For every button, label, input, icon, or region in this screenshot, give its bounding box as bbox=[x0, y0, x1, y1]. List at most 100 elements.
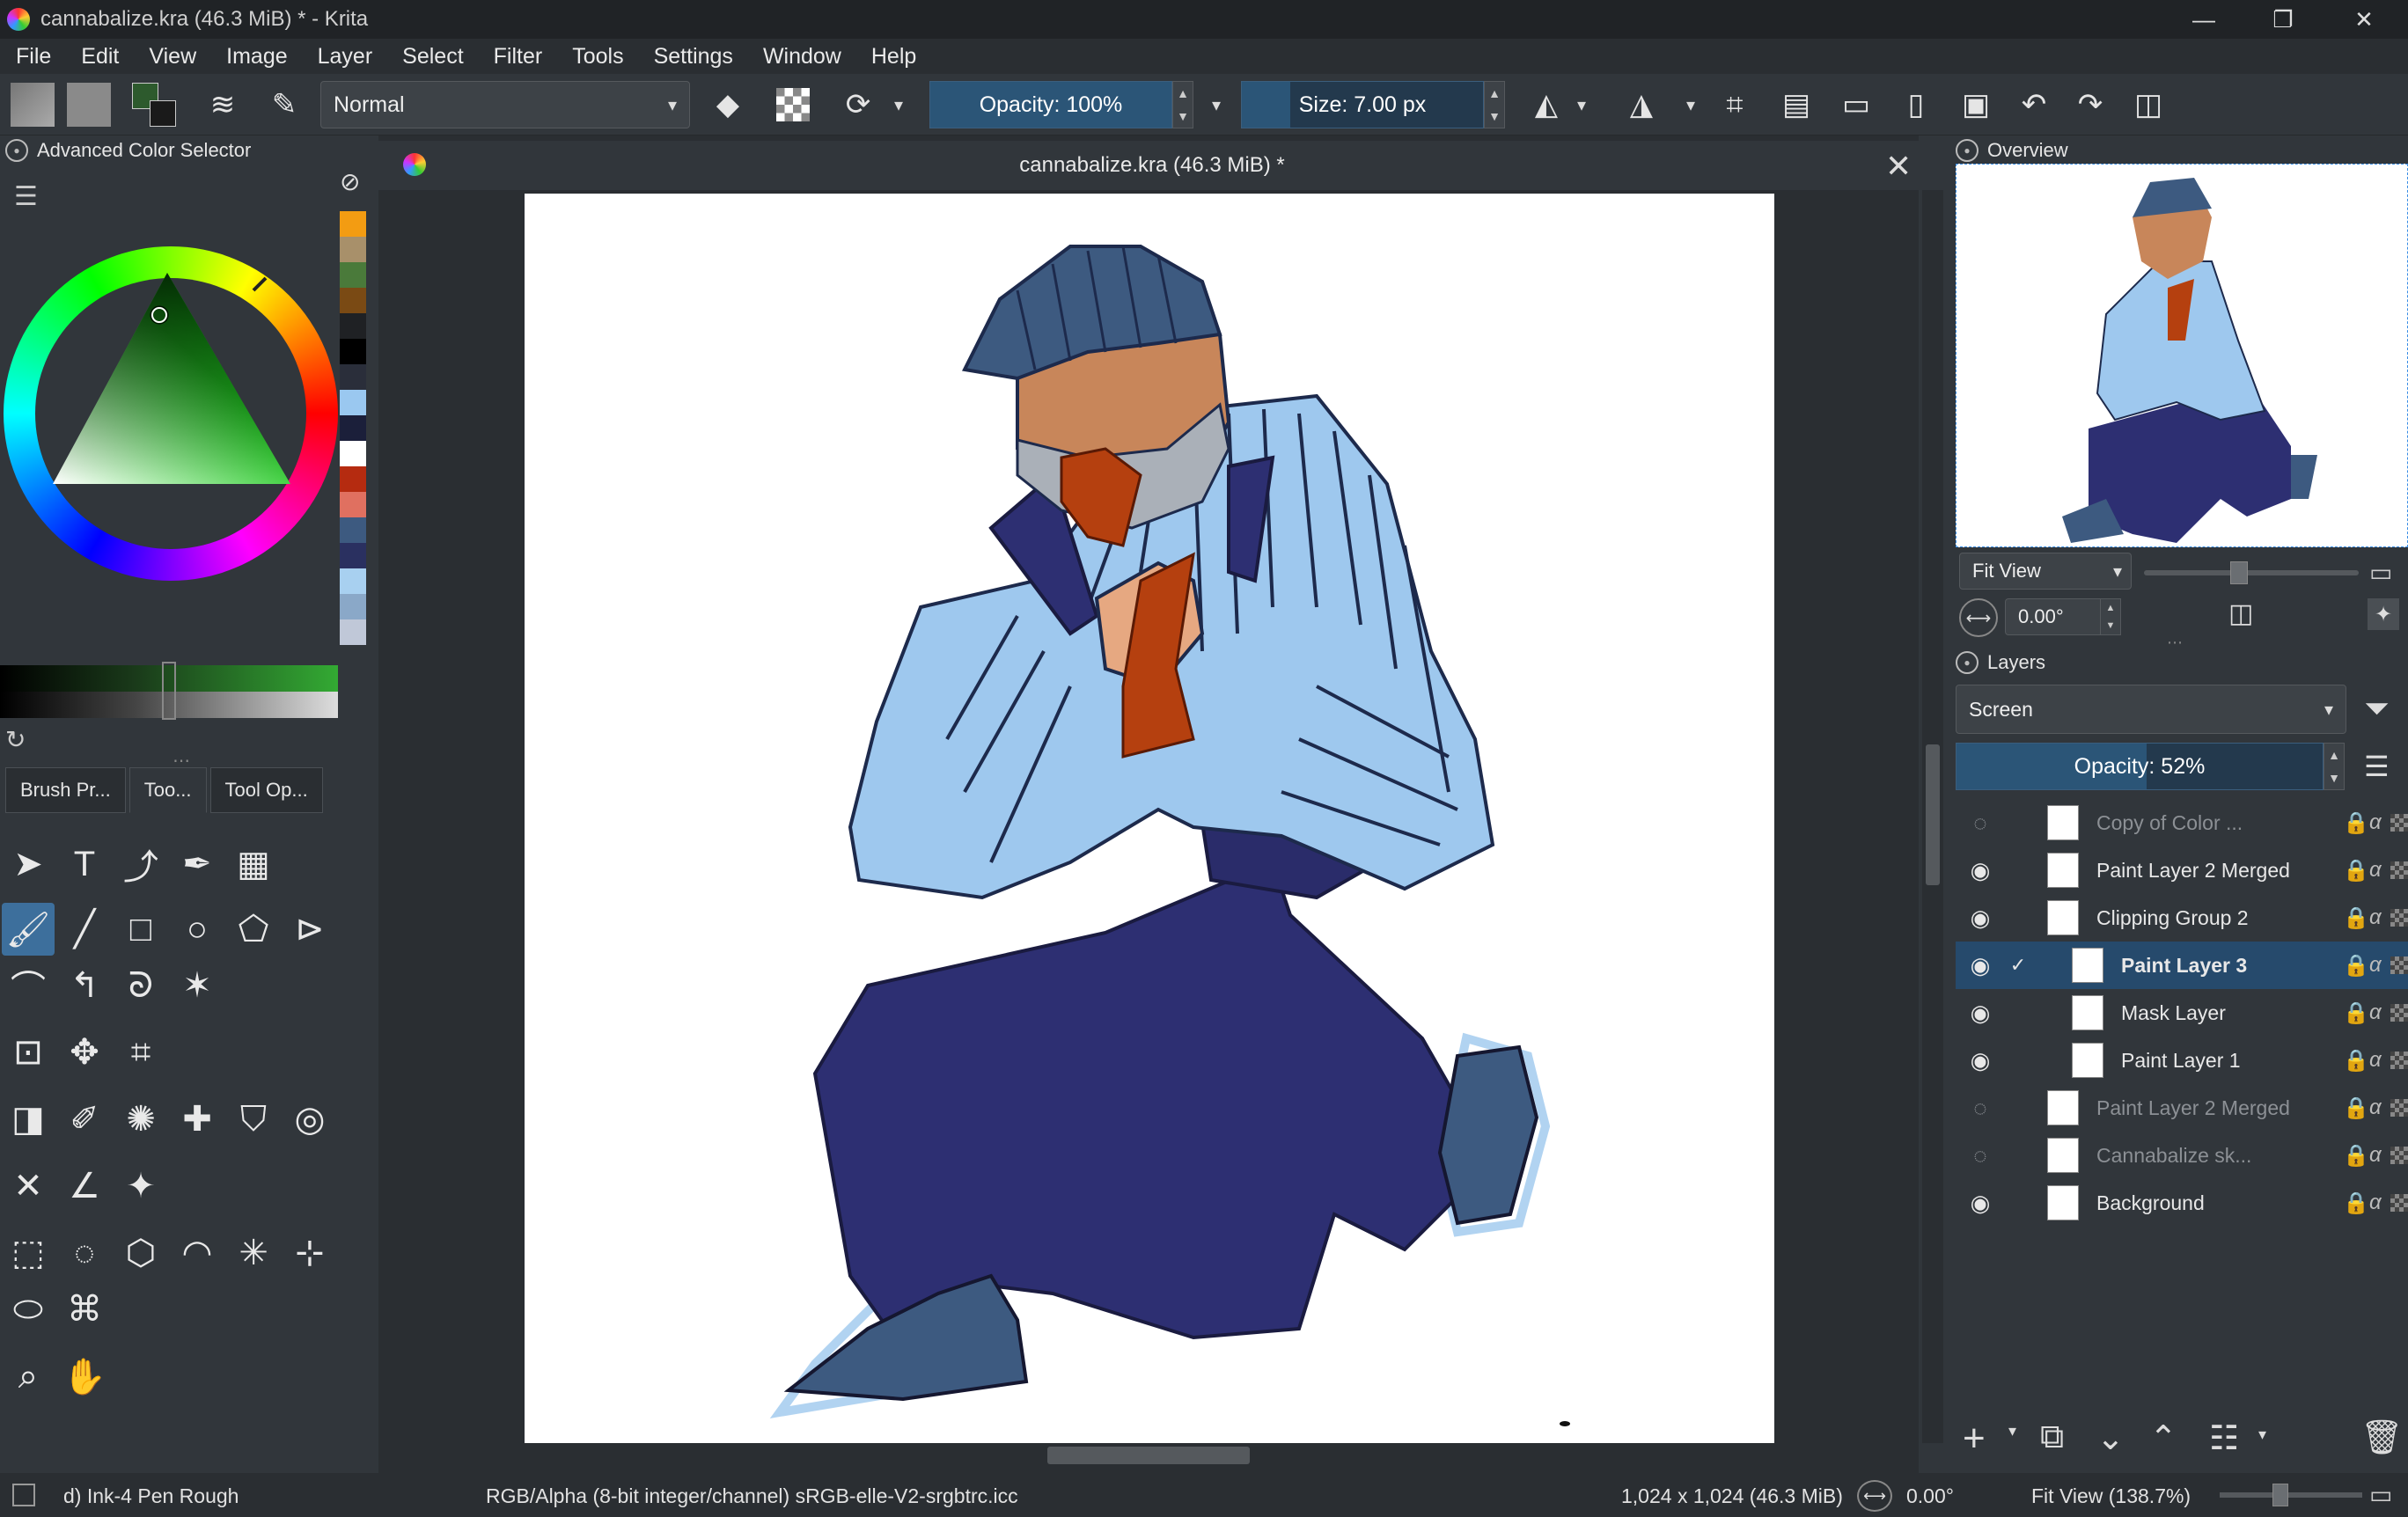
menu-filter[interactable]: Filter bbox=[478, 44, 557, 70]
fg-bg-color-icon[interactable] bbox=[130, 81, 178, 128]
layer-opacity-slider[interactable]: Opacity: 52% bbox=[1956, 743, 2324, 790]
inherit-alpha-icon[interactable] bbox=[2390, 1194, 2408, 1212]
canvas-paper[interactable] bbox=[525, 194, 1774, 1443]
alpha-lock-icon[interactable]: α bbox=[2369, 953, 2382, 978]
eye-icon[interactable]: ◉ bbox=[1966, 1047, 1994, 1074]
brush-preset-icon[interactable]: ✎ bbox=[261, 81, 308, 128]
smart-patch-tool-icon[interactable]: ✚ bbox=[171, 1093, 224, 1146]
rotation-dial-icon[interactable]: ⟷ bbox=[1959, 598, 1998, 637]
restore-button[interactable]: ❐ bbox=[2248, 0, 2318, 39]
polygonal-selection-tool-icon[interactable]: ⬡ bbox=[114, 1227, 167, 1279]
edit-shapes-tool-icon[interactable]: ⤴ bbox=[114, 838, 167, 890]
polygon-tool-icon[interactable]: ⬠ bbox=[227, 903, 280, 956]
alpha-lock-icon[interactable]: α bbox=[2369, 905, 2382, 930]
lock-icon[interactable]: 🔒 bbox=[2343, 905, 2369, 931]
chevron-down-icon[interactable]: ▾ bbox=[1199, 81, 1234, 128]
chevron-down-icon[interactable]: ▾ bbox=[2008, 1422, 2016, 1440]
inherit-alpha-icon[interactable] bbox=[2390, 814, 2408, 832]
layer-checkbox[interactable] bbox=[2007, 859, 2030, 882]
enclose-fill-tool-icon[interactable]: ◎ bbox=[283, 1093, 336, 1146]
zoom-slider-handle[interactable] bbox=[2230, 561, 2248, 584]
inherit-alpha-icon[interactable] bbox=[2390, 909, 2408, 927]
layer-row[interactable]: ◉ Paint Layer 2 Merged 🔒 α bbox=[1956, 846, 2408, 894]
save-icon[interactable]: ▣ bbox=[1952, 81, 2000, 128]
rectangle-tool-icon[interactable]: □ bbox=[114, 903, 167, 956]
eye-icon[interactable]: ◉ bbox=[1966, 857, 1994, 884]
elliptical-selection-tool-icon[interactable]: ◌ bbox=[58, 1227, 111, 1279]
reference-tool-icon[interactable]: ▦ bbox=[227, 838, 280, 890]
bezier-tool-icon[interactable]: ⌒ bbox=[2, 959, 55, 1012]
eye-hidden-icon[interactable]: ◌ bbox=[1966, 1142, 1994, 1169]
eye-icon[interactable]: ◉ bbox=[1966, 1190, 1994, 1217]
magnetic-selection-tool-icon[interactable]: ⌘ bbox=[58, 1283, 111, 1336]
tab-brush-presets[interactable]: Brush Pr... bbox=[5, 767, 126, 813]
lock-icon[interactable]: 🔒 bbox=[2343, 1000, 2369, 1026]
status-zoom-slider[interactable] bbox=[2220, 1492, 2362, 1498]
eye-hidden-icon[interactable]: ◌ bbox=[1966, 810, 1994, 837]
lock-icon[interactable]: 🔒 bbox=[2343, 810, 2369, 836]
layer-row[interactable]: ◌ Paint Layer 2 Merged 🔒 α bbox=[1956, 1084, 2408, 1132]
inherit-alpha-icon[interactable] bbox=[2390, 956, 2408, 974]
menu-select[interactable]: Select bbox=[386, 44, 477, 70]
layer-opacity-spin[interactable]: ▲ ▼ bbox=[2324, 743, 2345, 790]
fill-tool-icon[interactable]: ⛉ bbox=[227, 1093, 280, 1146]
color-swatch[interactable] bbox=[340, 441, 366, 466]
eye-icon[interactable]: ◉ bbox=[1966, 1000, 1994, 1027]
chevron-down-icon[interactable]: ▾ bbox=[1678, 81, 1704, 128]
rotation-field[interactable]: 0.00° bbox=[2005, 598, 2111, 635]
freehand-path-tool-icon[interactable]: ↰ bbox=[58, 959, 111, 1012]
ellipse-tool-icon[interactable]: ○ bbox=[171, 903, 224, 956]
alpha-lock-icon[interactable]: α bbox=[2369, 858, 2382, 883]
layer-checkbox[interactable] bbox=[2007, 1001, 2030, 1024]
lock-icon[interactable]: 🔒 bbox=[2343, 1191, 2369, 1216]
add-layer-icon[interactable]: + bbox=[1963, 1417, 1986, 1461]
layer-checkbox[interactable] bbox=[2007, 1096, 2030, 1119]
color-swatch[interactable] bbox=[340, 339, 366, 364]
document-tab[interactable]: cannabalize.kra (46.3 MiB) * ✕ bbox=[378, 141, 1926, 190]
color-swatch[interactable] bbox=[340, 492, 366, 517]
lock-icon[interactable]: 🔒 bbox=[2343, 1096, 2369, 1121]
layer-row[interactable]: ◉ Clipping Group 2 🔒 α bbox=[1956, 894, 2408, 942]
layer-row[interactable]: ◉ Background 🔒 α bbox=[1956, 1179, 2408, 1227]
colorize-mask-tool-icon[interactable]: ✺ bbox=[114, 1093, 167, 1146]
lock-icon[interactable]: 🔒 bbox=[2343, 858, 2369, 883]
rectangular-selection-tool-icon[interactable]: ⬚ bbox=[2, 1227, 55, 1279]
zoom-slider[interactable] bbox=[2144, 561, 2359, 584]
color-swatch[interactable] bbox=[340, 517, 366, 543]
status-zoom-handle[interactable] bbox=[2272, 1484, 2288, 1506]
calligraphy-tool-icon[interactable]: ✒ bbox=[171, 838, 224, 890]
layer-menu-icon[interactable]: ☰ bbox=[2364, 750, 2390, 783]
bezier-selection-tool-icon[interactable]: ⬭ bbox=[2, 1283, 55, 1336]
layer-checkbox[interactable]: ✓ bbox=[2007, 954, 2030, 977]
blend-mode-select[interactable]: Normal ▾ bbox=[320, 81, 690, 128]
overview-thumbnail[interactable] bbox=[1956, 164, 2408, 547]
move-layer-down-icon[interactable]: ⌄ bbox=[2096, 1418, 2125, 1458]
opacity-slider[interactable]: Opacity: 100% bbox=[929, 81, 1172, 128]
menu-image[interactable]: Image bbox=[210, 44, 301, 70]
select-shapes-tool-icon[interactable]: ➤ bbox=[2, 838, 55, 890]
refresh-icon[interactable]: ↻ bbox=[5, 725, 26, 754]
measure-tool-icon[interactable]: ∠ bbox=[58, 1160, 111, 1213]
menu-layer[interactable]: Layer bbox=[302, 44, 387, 70]
line-tool-icon[interactable]: ╱ bbox=[58, 903, 111, 956]
delete-layer-icon[interactable]: 🗑 bbox=[2360, 1418, 2403, 1457]
polyline-tool-icon[interactable]: ⊳ bbox=[283, 903, 336, 956]
zoom-tool-icon[interactable]: ⌕ bbox=[2, 1350, 55, 1403]
color-swatch[interactable] bbox=[340, 594, 366, 619]
inherit-alpha-icon[interactable] bbox=[2390, 1147, 2408, 1164]
pattern-preset-icon[interactable] bbox=[65, 81, 113, 128]
crop-tool-icon[interactable]: ⌗ bbox=[114, 1026, 167, 1079]
alpha-lock-icon[interactable]: α bbox=[2369, 1000, 2382, 1025]
color-picker-tool-icon[interactable]: ✐ bbox=[58, 1093, 111, 1146]
inherit-alpha-icon[interactable] bbox=[2390, 1099, 2408, 1117]
alpha-lock-icon[interactable]: α bbox=[2369, 1191, 2382, 1215]
vertical-scroll-thumb[interactable] bbox=[1926, 744, 1940, 885]
no-color-icon[interactable]: ⊘ bbox=[340, 167, 360, 196]
color-swatch[interactable] bbox=[340, 466, 366, 492]
move-tool-icon[interactable]: ✥ bbox=[58, 1026, 111, 1079]
pin-icon[interactable]: ✦ bbox=[2368, 598, 2399, 630]
zoom-mode-select[interactable]: Fit View ▾ bbox=[1959, 553, 2132, 590]
layer-properties-icon[interactable]: ☷ bbox=[2209, 1418, 2239, 1458]
lock-icon[interactable]: 🔒 bbox=[2343, 1143, 2369, 1169]
display-icon[interactable]: ▭ bbox=[2369, 558, 2392, 587]
